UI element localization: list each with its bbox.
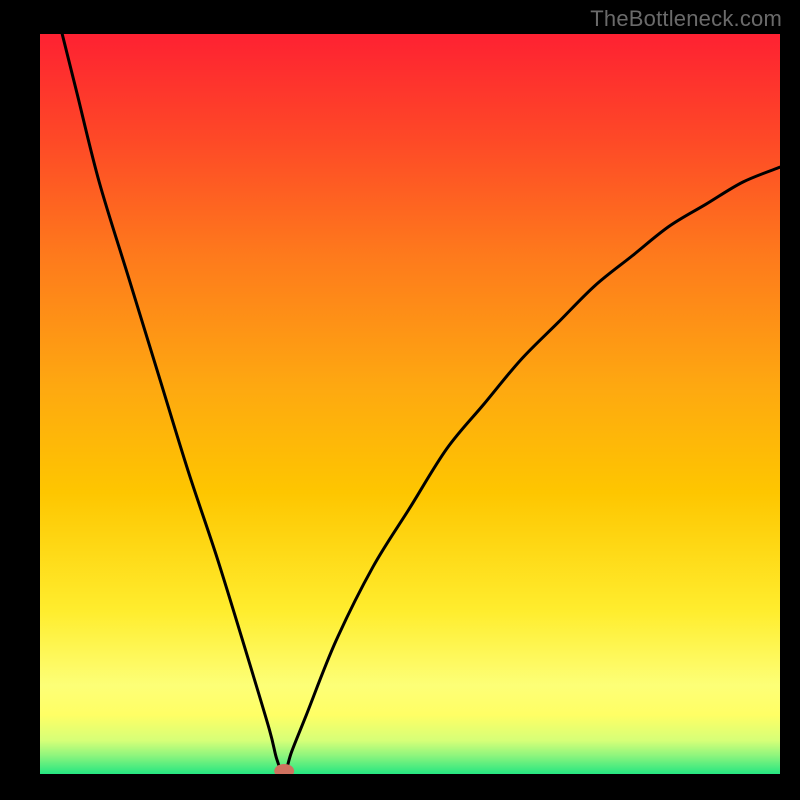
chart-background <box>40 34 780 774</box>
chart-container: TheBottleneck.com <box>0 0 800 800</box>
bottleneck-chart <box>40 34 780 774</box>
plot-area <box>40 34 780 774</box>
watermark-text: TheBottleneck.com <box>590 6 782 32</box>
